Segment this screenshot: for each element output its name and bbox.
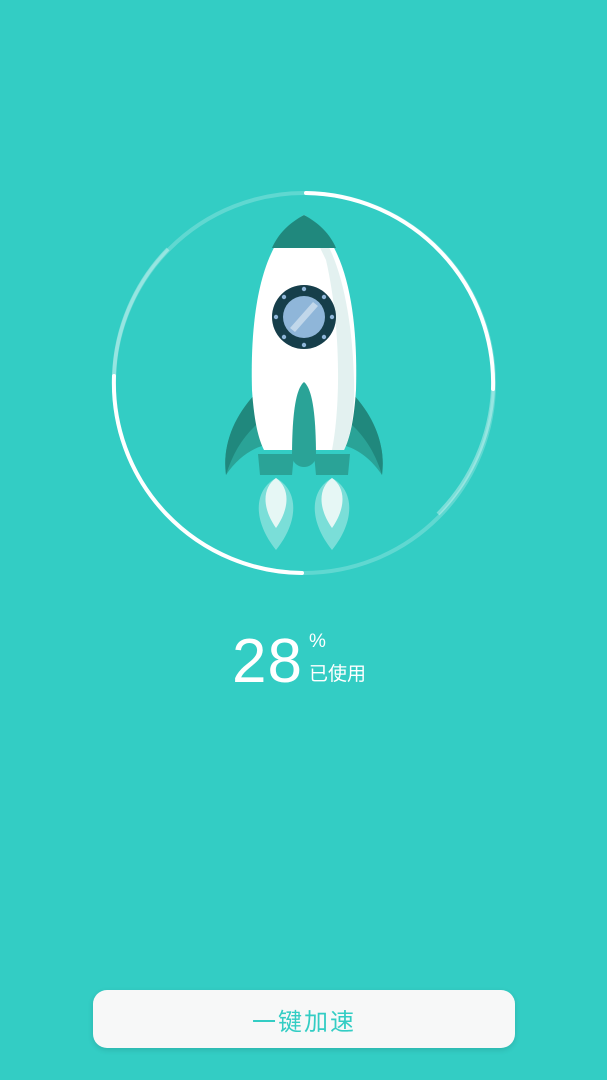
rocket-left-thruster — [258, 454, 294, 475]
boost-button-label: 一键加速 — [252, 1007, 356, 1036]
usage-label: 已使用 — [309, 663, 367, 685]
ring-trail-right — [436, 388, 495, 516]
rocket-nose — [272, 215, 336, 248]
ring-trail-left — [112, 247, 170, 377]
speed-boost-screen: 28 % 已使用 一键加速 — [0, 0, 607, 1080]
usage-percent-unit: % — [309, 631, 326, 652]
one-tap-boost-button[interactable]: 一键加速 — [93, 990, 515, 1048]
rocket-icon — [214, 210, 394, 560]
usage-readout: 28 % 已使用 — [0, 626, 607, 706]
rocket-right-thruster — [314, 454, 350, 475]
usage-percent-value: 28 — [232, 627, 303, 696]
